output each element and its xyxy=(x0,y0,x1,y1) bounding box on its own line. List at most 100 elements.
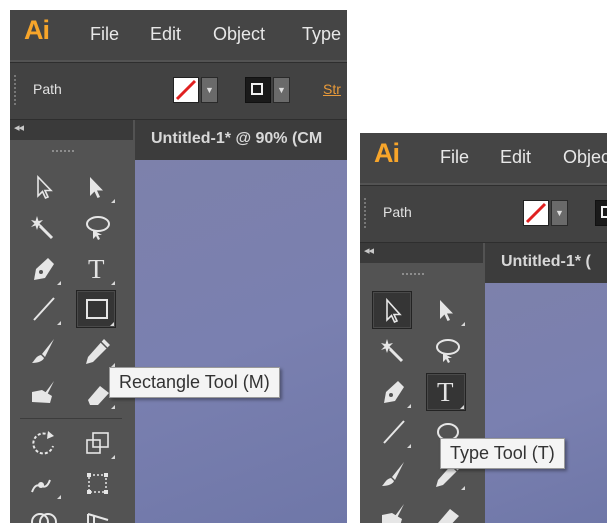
stroke-dropdown[interactable]: ▼ xyxy=(273,77,290,103)
menu-object[interactable]: Objec xyxy=(563,147,607,168)
menu-edit[interactable]: Edit xyxy=(500,147,531,168)
lasso-tool[interactable] xyxy=(430,333,466,367)
blob-brush-icon xyxy=(382,504,404,523)
artboard-canvas[interactable] xyxy=(485,283,607,523)
line-segment-tool[interactable] xyxy=(376,415,412,449)
fill-swatch[interactable] xyxy=(173,77,199,103)
panel-drag-handle[interactable] xyxy=(52,150,74,155)
selection-tool[interactable] xyxy=(26,170,62,204)
magic-wand-tool[interactable] xyxy=(376,333,412,367)
illustrator-window-type: Ai File Edit Objec Path ▼ ◂◂ T Untitled-… xyxy=(360,133,607,523)
collapse-icon[interactable]: ◂◂ xyxy=(364,244,374,257)
flyout-indicator-icon xyxy=(460,405,464,409)
menu-edit[interactable]: Edit xyxy=(150,24,181,45)
eraser-tool[interactable] xyxy=(430,499,466,523)
line-segment-tool[interactable] xyxy=(26,292,62,326)
perspective-grid-icon xyxy=(87,513,109,523)
lasso-tool[interactable] xyxy=(80,210,116,244)
eraser-icon xyxy=(438,509,459,523)
tools-panel: ◂◂ T xyxy=(10,120,133,523)
menu-bar: Ai File Edit Objec xyxy=(360,133,607,183)
blob-brush-tool[interactable] xyxy=(26,376,62,410)
blob-brush-tool[interactable] xyxy=(376,499,412,523)
stroke-swatch[interactable] xyxy=(595,200,607,226)
panel-grip[interactable] xyxy=(364,198,368,228)
rotate-tool[interactable] xyxy=(26,426,62,460)
selection-tool[interactable] xyxy=(372,291,412,329)
flyout-indicator-icon xyxy=(111,405,115,409)
artboard-canvas[interactable] xyxy=(135,160,347,523)
direct-selection-tool[interactable] xyxy=(80,170,116,204)
tools-panel-header: ◂◂ xyxy=(10,120,133,140)
free-transform-tool[interactable] xyxy=(80,466,116,500)
paintbrush-icon xyxy=(32,339,54,363)
collapse-icon[interactable]: ◂◂ xyxy=(14,121,24,134)
magic-wand-icon xyxy=(31,216,54,240)
stroke-swatch[interactable] xyxy=(245,77,271,103)
scale-tool[interactable] xyxy=(80,426,116,460)
type-t-icon: T xyxy=(88,254,105,284)
panel-grip[interactable] xyxy=(14,75,18,105)
lasso-icon xyxy=(436,339,460,363)
menu-file[interactable]: File xyxy=(440,147,469,168)
none-slash-icon xyxy=(525,202,547,224)
free-transform-icon xyxy=(87,473,108,494)
menu-object[interactable]: Object xyxy=(213,24,265,45)
pen-tool[interactable] xyxy=(26,252,62,286)
menu-bar: Ai File Edit Object Type xyxy=(10,10,347,60)
selection-arrow-icon xyxy=(386,297,402,324)
control-bar: Path ▼ xyxy=(360,185,607,243)
type-tool[interactable]: T xyxy=(426,373,466,411)
paintbrush-tool[interactable] xyxy=(376,457,412,491)
pencil-tool[interactable] xyxy=(80,334,116,368)
document-tab[interactable]: Untitled-1* ( xyxy=(485,243,607,283)
flyout-indicator-icon xyxy=(111,455,115,459)
type-t-icon: T xyxy=(437,377,454,407)
perspective-grid-tool[interactable] xyxy=(80,506,116,523)
flyout-indicator-icon xyxy=(57,281,61,285)
ai-logo: Ai xyxy=(24,15,50,45)
control-bar: Path ▼ ▼ Str xyxy=(10,62,347,120)
type-tool[interactable]: T xyxy=(80,252,116,286)
flyout-indicator-icon xyxy=(57,321,61,325)
flyout-indicator-icon xyxy=(461,322,465,326)
tool-group-divider xyxy=(20,418,122,419)
stroke-link[interactable]: Str xyxy=(323,81,341,97)
rectangle-tool-tooltip: Rectangle Tool (M) xyxy=(109,367,280,398)
ai-logo: Ai xyxy=(374,138,400,168)
panel-drag-handle[interactable] xyxy=(402,273,424,278)
magic-wand-icon xyxy=(381,339,404,363)
rectangle-tool[interactable] xyxy=(76,290,116,328)
flyout-indicator-icon xyxy=(110,322,114,326)
flyout-indicator-icon xyxy=(407,404,411,408)
document-title: Untitled-1* @ 90% (CM xyxy=(151,130,323,147)
fill-swatch[interactable] xyxy=(523,200,549,226)
none-slash-icon xyxy=(175,79,197,101)
fill-dropdown[interactable]: ▼ xyxy=(201,77,218,103)
flyout-indicator-icon xyxy=(111,281,115,285)
width-tool[interactable] xyxy=(26,466,62,500)
direct-selection-tool[interactable] xyxy=(430,293,466,327)
shape-builder-tool[interactable] xyxy=(26,506,62,523)
document-title: Untitled-1* ( xyxy=(501,253,591,270)
magic-wand-tool[interactable] xyxy=(26,210,62,244)
document-tab[interactable]: Untitled-1* @ 90% (CM xyxy=(135,120,347,160)
pen-tool[interactable] xyxy=(376,375,412,409)
selection-arrow-icon xyxy=(37,175,53,200)
paintbrush-icon xyxy=(382,462,404,486)
paintbrush-tool[interactable] xyxy=(26,334,62,368)
menu-type[interactable]: Type xyxy=(302,24,341,45)
tools-panel: ◂◂ T xyxy=(360,243,483,523)
flyout-indicator-icon xyxy=(407,444,411,448)
lasso-icon xyxy=(86,216,110,240)
selection-type-label: Path xyxy=(383,204,412,220)
rotate-icon xyxy=(32,431,54,455)
flyout-indicator-icon xyxy=(57,495,61,499)
fill-dropdown[interactable]: ▼ xyxy=(551,200,568,226)
tools-panel-header: ◂◂ xyxy=(360,243,483,263)
type-tool-tooltip: Type Tool (T) xyxy=(440,438,565,469)
flyout-indicator-icon xyxy=(461,486,465,490)
selection-type-label: Path xyxy=(33,81,62,97)
flyout-indicator-icon xyxy=(111,199,115,203)
menu-file[interactable]: File xyxy=(90,24,119,45)
